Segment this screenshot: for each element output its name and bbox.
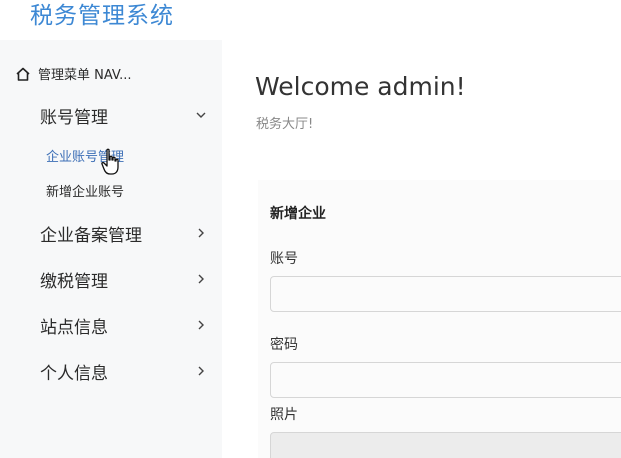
photo-upload-field[interactable] (270, 432, 621, 458)
menu-label: 账号管理 (40, 107, 108, 128)
menu-label: 企业备案管理 (40, 225, 142, 246)
menu-label: 个人信息 (40, 363, 108, 384)
submenu-add-enterprise-account[interactable]: 新增企业账号 (46, 181, 124, 200)
account-input[interactable] (270, 276, 621, 312)
chevron-right-icon (198, 228, 204, 238)
form-title: 新增企业 (270, 206, 326, 222)
chevron-down-icon (196, 112, 206, 118)
menu-label: 缴税管理 (40, 271, 108, 292)
menu-enterprise-filing[interactable]: 企业备案管理 (40, 219, 208, 247)
chevron-right-icon (198, 320, 204, 330)
page-title: Welcome admin! (255, 72, 466, 101)
nav-title: 管理菜单 NAV... (14, 64, 132, 83)
menu-site-info[interactable]: 站点信息 (40, 311, 208, 339)
account-label: 账号 (270, 251, 298, 267)
password-label: 密码 (270, 337, 298, 353)
nav-title-label: 管理菜单 NAV... (38, 68, 132, 83)
menu-account-management[interactable]: 账号管理 (40, 101, 208, 129)
home-icon (16, 67, 30, 81)
photo-label: 照片 (270, 407, 298, 423)
menu-tax-payment[interactable]: 缴税管理 (40, 265, 208, 293)
app-window: 税务管理系统 管理菜单 NAV... 账号管理 企业账号管理 新增企业账号 企业… (0, 0, 621, 458)
menu-label: 站点信息 (40, 317, 108, 338)
hand-cursor-icon (101, 148, 119, 175)
chevron-right-icon (198, 274, 204, 284)
chevron-right-icon (198, 366, 204, 376)
password-input[interactable] (270, 362, 621, 398)
menu-personal-info[interactable]: 个人信息 (40, 357, 208, 385)
app-brand-title: 税务管理系统 (30, 3, 174, 29)
page-subtitle: 税务大厅! (256, 117, 314, 132)
